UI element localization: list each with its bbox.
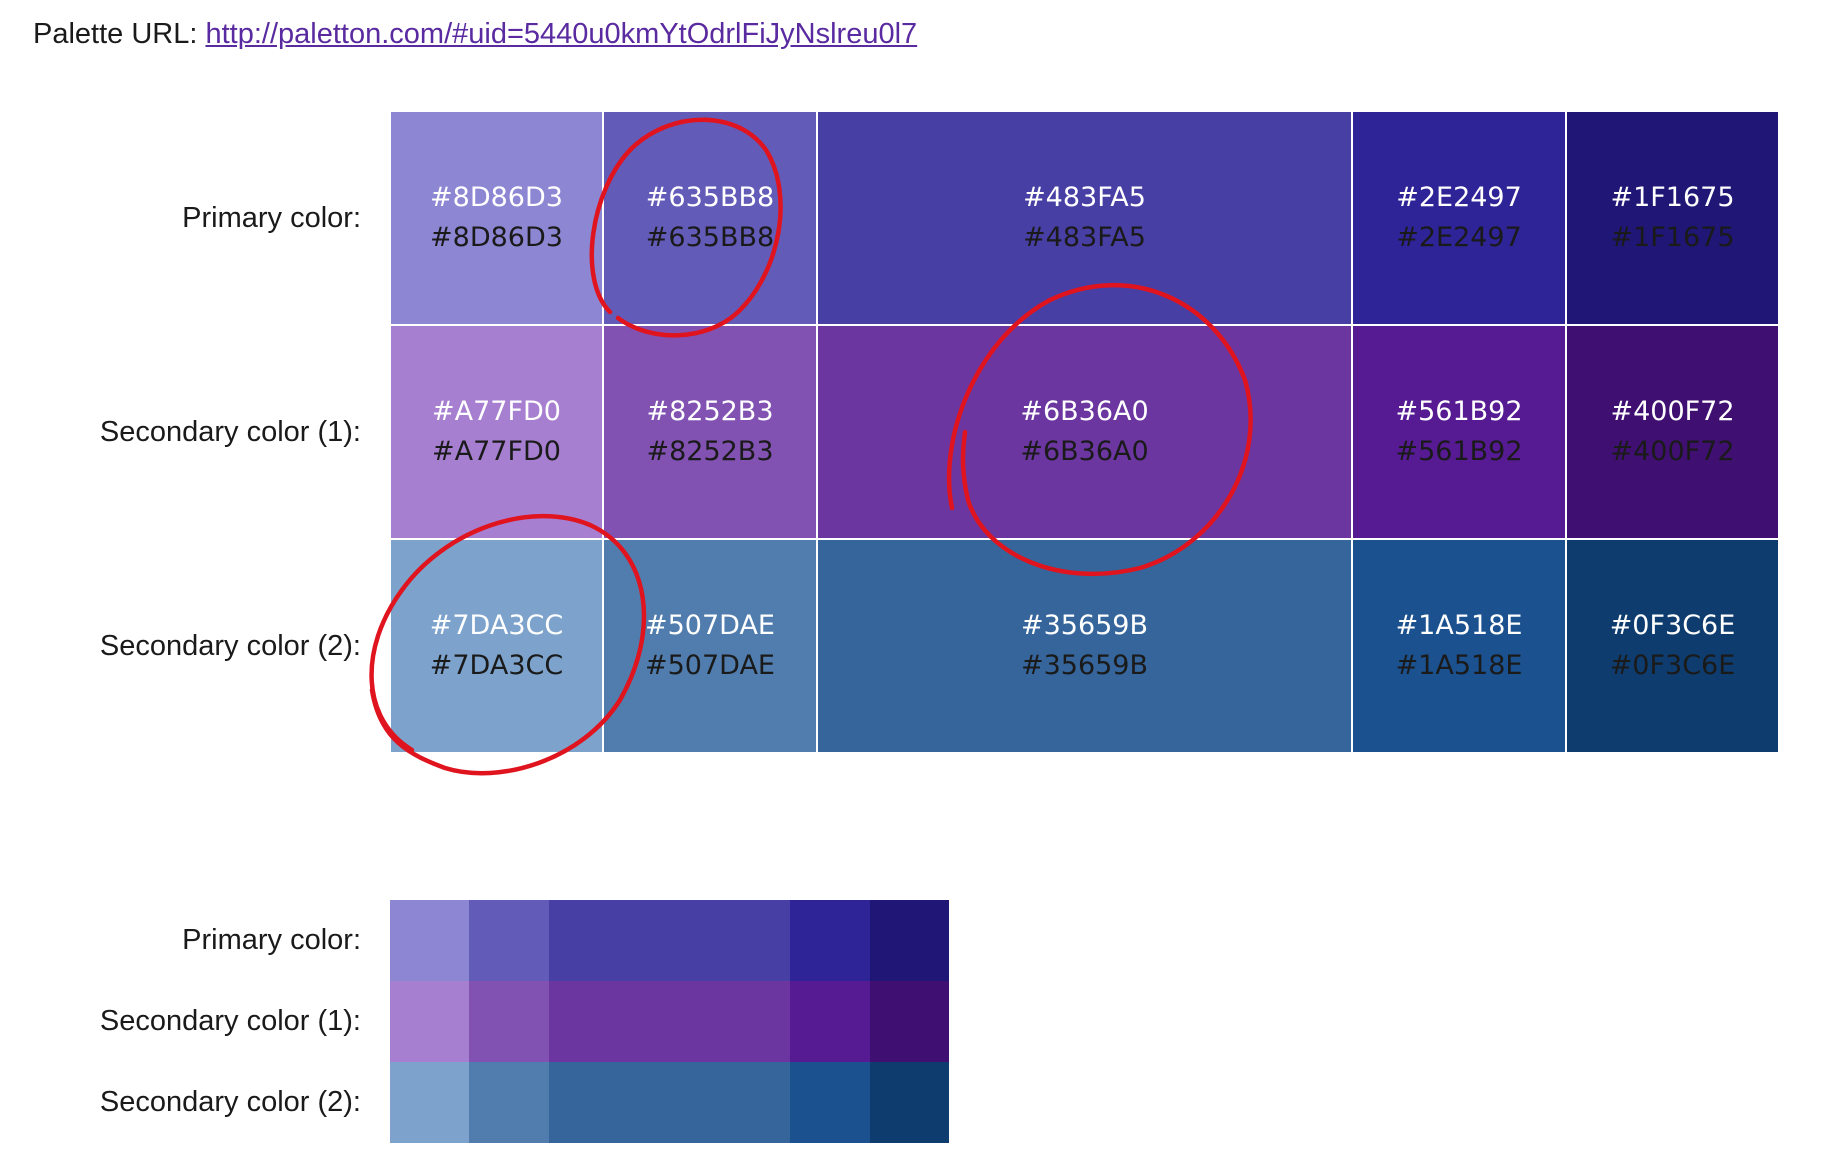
palette-table: #8D86D3 #8D86D3 #635BB8 #635BB8 #483FA5 #48… xyxy=(391,112,1778,752)
hex-label-dark: #6B36A0 xyxy=(1020,436,1149,467)
swatch-cell: #483FA5 #483FA5 xyxy=(818,112,1351,324)
hex-label-dark: #483FA5 xyxy=(1023,222,1146,253)
small-swatch xyxy=(870,981,949,1062)
swatch-cell: #35659B #35659B xyxy=(818,540,1351,752)
small-swatch xyxy=(469,1062,549,1143)
small-swatch xyxy=(549,900,790,981)
small-swatch xyxy=(469,900,549,981)
secondary-color-1-label: Secondary color (1): xyxy=(99,416,361,448)
swatch-cell: #635BB8 #635BB8 xyxy=(604,112,816,324)
swatch-cell: #0F3C6E #0F3C6E xyxy=(1567,540,1778,752)
hex-label-dark: #1F1675 xyxy=(1610,222,1735,253)
small-swatch xyxy=(790,1062,870,1143)
small-swatch xyxy=(469,981,549,1062)
small-swatch xyxy=(870,900,949,981)
swatch-cell: #7DA3CC #7DA3CC xyxy=(391,540,602,752)
hex-label-light: #2E2497 xyxy=(1396,182,1522,213)
hex-label-light: #7DA3CC xyxy=(429,610,564,641)
hex-label-dark: #507DAE xyxy=(644,650,775,681)
hex-label-dark: #0F3C6E xyxy=(1609,650,1736,681)
small-swatch xyxy=(790,981,870,1062)
swatch-cell: #561B92 #561B92 xyxy=(1353,326,1565,538)
hex-label-light: #561B92 xyxy=(1395,396,1523,427)
swatch-cell: #8D86D3 #8D86D3 xyxy=(391,112,602,324)
hex-label-light: #6B36A0 xyxy=(1020,396,1149,427)
small-secondary-color-1-label: Secondary color (1): xyxy=(99,1005,361,1037)
hex-label-light: #0F3C6E xyxy=(1609,610,1736,641)
palette-page: Palette URL: http://paletton.com/#uid=54… xyxy=(0,0,1828,1159)
hex-label-light: #635BB8 xyxy=(645,182,775,213)
hex-label-dark: #7DA3CC xyxy=(429,650,564,681)
hex-label-light: #1F1675 xyxy=(1610,182,1735,213)
hex-label-dark: #8D86D3 xyxy=(430,222,563,253)
primary-color-label: Primary color: xyxy=(182,202,361,234)
small-swatch xyxy=(390,1062,469,1143)
hex-label-dark: #8252B3 xyxy=(646,436,774,467)
small-swatch xyxy=(870,1062,949,1143)
swatch-cell: #400F72 #400F72 xyxy=(1567,326,1778,538)
palette-url-line: Palette URL: http://paletton.com/#uid=54… xyxy=(33,14,917,54)
hex-label-light: #1A518E xyxy=(1395,610,1523,641)
small-swatch xyxy=(549,1062,790,1143)
hex-label-dark: #635BB8 xyxy=(645,222,775,253)
small-primary-color-label: Primary color: xyxy=(182,924,361,956)
small-secondary-color-2-label: Secondary color (2): xyxy=(99,1086,361,1118)
hex-label-dark: #2E2497 xyxy=(1396,222,1522,253)
swatch-cell: #6B36A0 #6B36A0 xyxy=(818,326,1351,538)
small-swatch xyxy=(390,981,469,1062)
hex-label-dark: #35659B xyxy=(1020,650,1149,681)
swatch-cell: #8252B3 #8252B3 xyxy=(604,326,816,538)
swatch-cell: #1A518E #1A518E xyxy=(1353,540,1565,752)
palette-url-label: Palette URL: xyxy=(33,18,198,50)
hex-label-light: #A77FD0 xyxy=(432,396,561,427)
secondary-color-2-label: Secondary color (2): xyxy=(99,630,361,662)
hex-label-light: #35659B xyxy=(1020,610,1149,641)
swatch-cell: #1F1675 #1F1675 xyxy=(1567,112,1778,324)
hex-label-dark: #400F72 xyxy=(1610,436,1735,467)
hex-label-light: #507DAE xyxy=(644,610,775,641)
palette-url-link[interactable]: http://paletton.com/#uid=5440u0kmYtOdrlF… xyxy=(205,18,917,50)
swatch-cell: #2E2497 #2E2497 xyxy=(1353,112,1565,324)
palette-swatch-strip xyxy=(390,900,949,1143)
hex-label-light: #400F72 xyxy=(1610,396,1735,427)
swatch-cell: #A77FD0 #A77FD0 xyxy=(391,326,602,538)
hex-label-light: #8D86D3 xyxy=(430,182,563,213)
small-swatch xyxy=(390,900,469,981)
hex-label-light: #8252B3 xyxy=(646,396,774,427)
swatch-cell: #507DAE #507DAE xyxy=(604,540,816,752)
hex-label-light: #483FA5 xyxy=(1023,182,1146,213)
hex-label-dark: #A77FD0 xyxy=(432,436,561,467)
small-swatch xyxy=(790,900,870,981)
small-swatch xyxy=(549,981,790,1062)
hex-label-dark: #1A518E xyxy=(1395,650,1523,681)
hex-label-dark: #561B92 xyxy=(1395,436,1523,467)
